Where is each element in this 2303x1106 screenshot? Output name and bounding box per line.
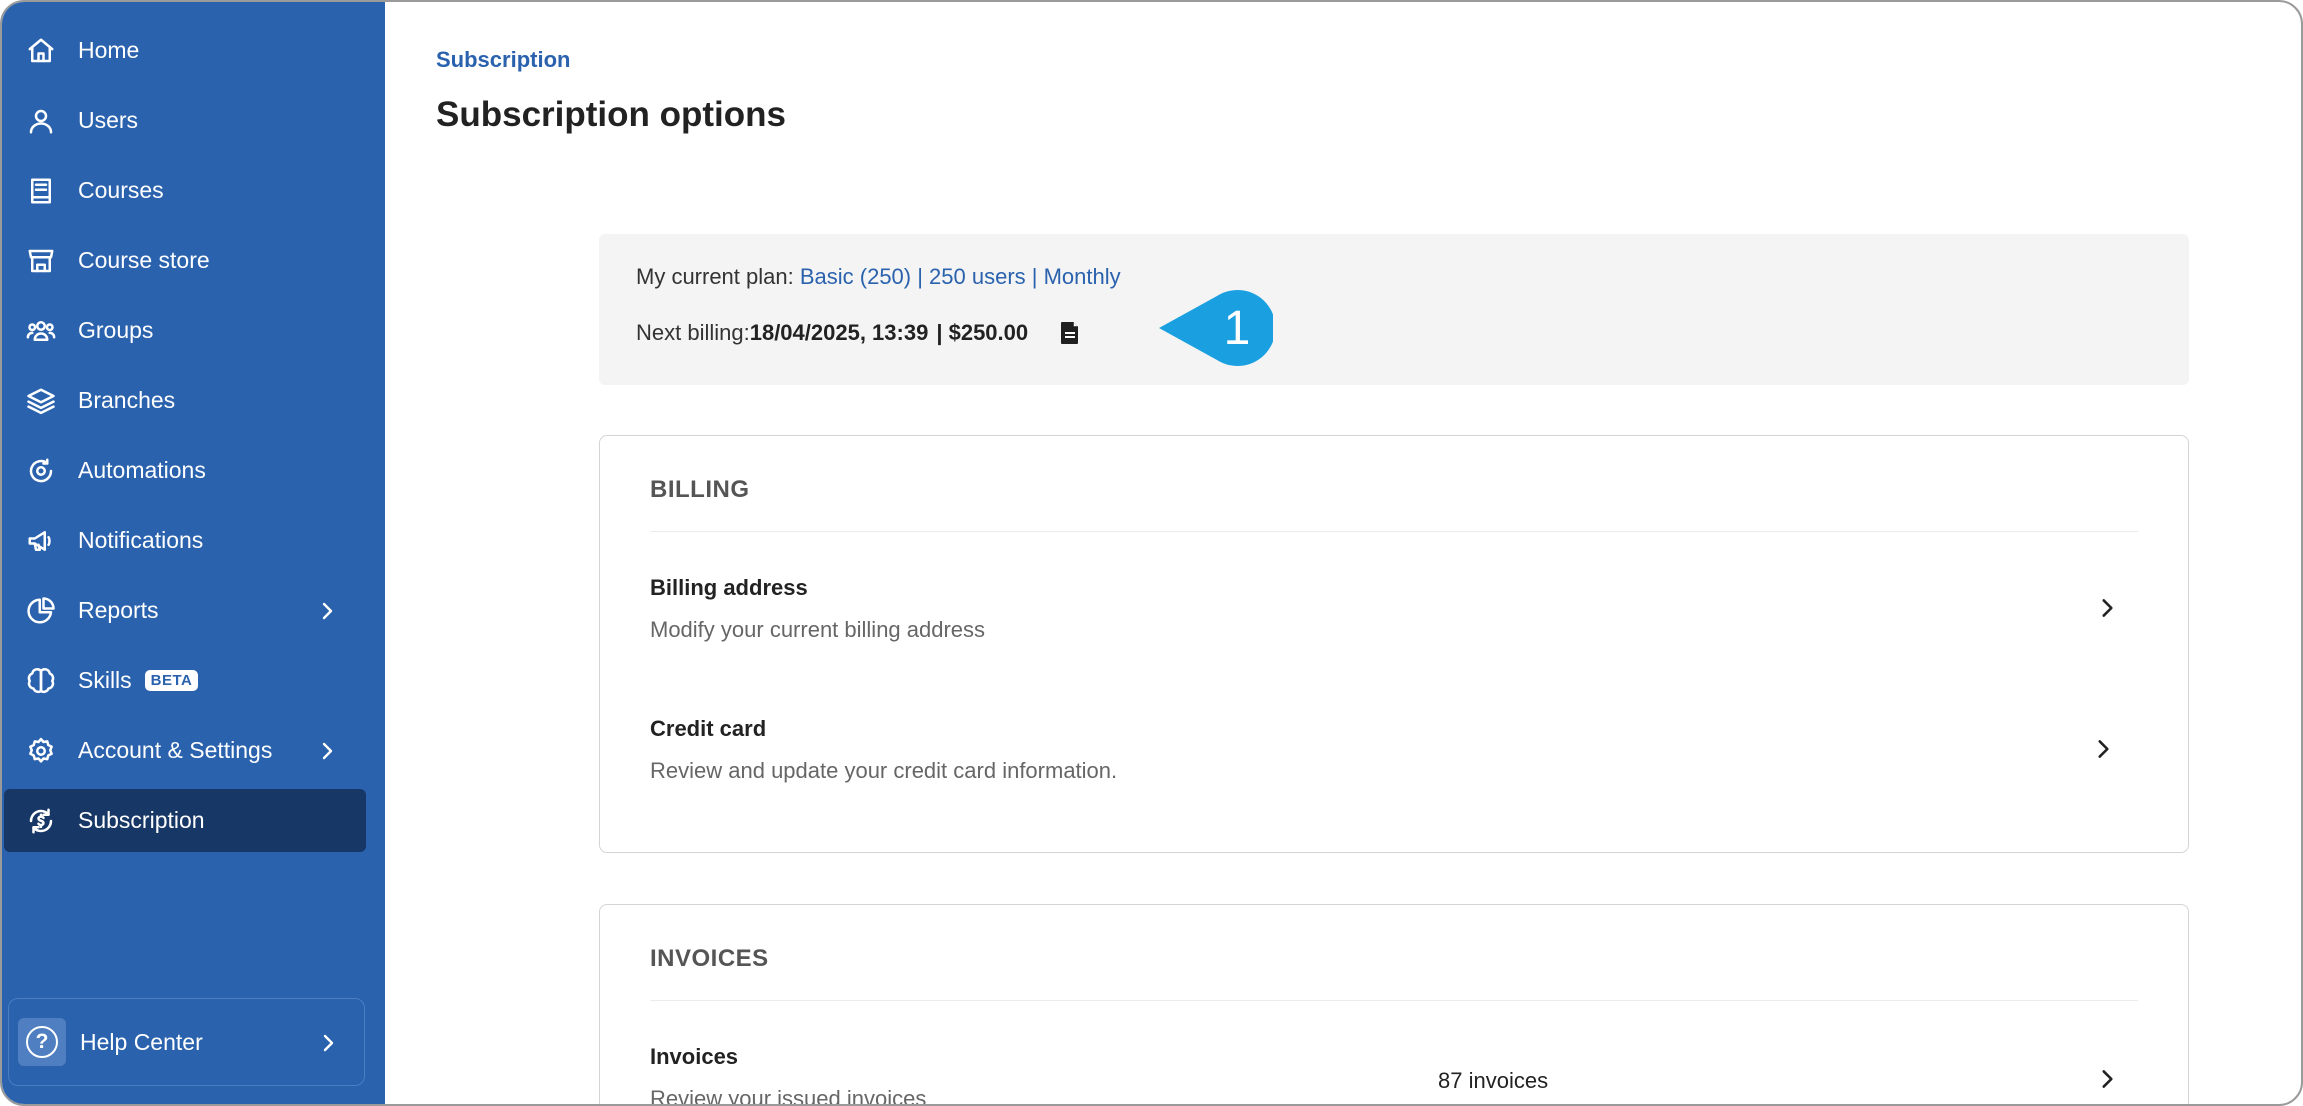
automation-icon — [24, 454, 58, 488]
group-icon — [24, 314, 58, 348]
sidebar-item-label: Branches — [78, 387, 176, 413]
row-subtitle: Review your issued invoices — [650, 1086, 927, 1106]
page-title: Subscription options — [436, 95, 786, 134]
invoices-heading: INVOICES — [650, 945, 769, 972]
sidebar-item-home[interactable]: Home — [2, 19, 385, 82]
sidebar-item-label: Course store — [78, 247, 210, 273]
beta-badge: BETA — [144, 670, 199, 691]
brain-icon — [24, 664, 58, 698]
current-plan-panel: My current plan: Basic (250) | 250 users… — [599, 234, 2189, 385]
invoices-card: INVOICES Invoices Review your issued inv… — [599, 904, 2189, 1106]
sidebar-item-label: Notifications — [78, 527, 204, 553]
billing-heading: BILLING — [650, 476, 750, 503]
row-title: Billing address — [650, 575, 808, 600]
sidebar-item-users[interactable]: Users — [2, 89, 385, 152]
sidebar-item-account-settings[interactable]: Account & Settings — [2, 719, 385, 782]
credit-card-row[interactable]: Credit card Review and update your credi… — [600, 716, 2188, 816]
app-frame: Home Users Courses Course store Groups B… — [0, 0, 2303, 1106]
next-billing-line: Next billing: 18/04/2025, 13:39 | $250.0… — [636, 320, 1082, 346]
billing-address-row[interactable]: Billing address Modify your current bill… — [600, 575, 2188, 675]
chevron-right-icon — [315, 599, 339, 623]
megaphone-icon — [24, 524, 58, 558]
sidebar-item-course-store[interactable]: Course store — [2, 229, 385, 292]
sidebar: Home Users Courses Course store Groups B… — [2, 2, 385, 1104]
current-plan-line: My current plan: Basic (250) | 250 users… — [636, 264, 1121, 290]
sidebar-item-skills[interactable]: Skills BETA — [2, 649, 385, 712]
home-icon — [24, 34, 58, 68]
sidebar-item-reports[interactable]: Reports — [2, 579, 385, 642]
invoice-count: 87 invoices — [1438, 1068, 1549, 1093]
next-billing-amount: | $250.00 — [936, 320, 1029, 345]
divider — [650, 531, 2138, 532]
help-center-button[interactable]: ? Help Center — [8, 998, 365, 1086]
sidebar-item-branches[interactable]: Branches — [2, 369, 385, 432]
sidebar-item-groups[interactable]: Groups — [2, 299, 385, 362]
divider — [650, 1000, 2138, 1001]
row-subtitle: Review and update your credit card infor… — [650, 758, 1118, 783]
gear-icon — [24, 734, 58, 768]
user-icon — [24, 104, 58, 138]
sidebar-item-label: Home — [78, 37, 140, 63]
next-billing-date: 18/04/2025, 13:39 — [749, 320, 929, 345]
sidebar-nav: Home Users Courses Course store Groups B… — [2, 19, 385, 859]
current-plan-label: My current plan: — [636, 264, 800, 289]
sidebar-item-label: Subscription — [78, 807, 205, 833]
row-title: Invoices — [650, 1044, 739, 1069]
chevron-right-icon[interactable] — [2090, 736, 2116, 762]
help-center-label: Help Center — [80, 1028, 203, 1055]
sidebar-item-automations[interactable]: Automations — [2, 439, 385, 502]
chevron-right-icon[interactable] — [2094, 1066, 2120, 1092]
document-icon[interactable] — [1058, 320, 1082, 346]
subscription-icon — [24, 804, 58, 838]
store-icon — [24, 244, 58, 278]
sidebar-item-label: Courses — [78, 177, 164, 203]
layers-icon — [24, 384, 58, 418]
pie-chart-icon — [24, 594, 58, 628]
sidebar-item-label: Account & Settings — [78, 737, 273, 763]
next-billing-label: Next billing: — [636, 320, 750, 345]
book-icon — [24, 174, 58, 208]
chevron-right-icon — [315, 739, 339, 763]
billing-card: BILLING Billing address Modify your curr… — [599, 435, 2189, 853]
question-icon: ? — [18, 1018, 66, 1066]
sidebar-item-subscription[interactable]: Subscription — [4, 789, 366, 852]
chevron-right-icon[interactable] — [2094, 595, 2120, 621]
callout-number: 1 — [1223, 301, 1251, 355]
sidebar-item-notifications[interactable]: Notifications — [2, 509, 385, 572]
row-subtitle: Modify your current billing address — [650, 617, 986, 642]
sidebar-item-label: Groups — [78, 317, 154, 343]
breadcrumb[interactable]: Subscription — [436, 47, 570, 73]
sidebar-item-label: Users — [78, 107, 139, 133]
row-title: Credit card — [650, 716, 767, 741]
chevron-right-icon — [316, 1031, 340, 1055]
sidebar-item-label: Reports — [78, 597, 159, 623]
current-plan-link[interactable]: Basic (250) | 250 users | Monthly — [800, 264, 1121, 289]
sidebar-item-label: Automations — [78, 457, 206, 483]
sidebar-item-label: Skills — [78, 667, 132, 693]
sidebar-item-courses[interactable]: Courses — [2, 159, 385, 222]
invoices-row[interactable]: Invoices Review your issued invoices 87 … — [600, 1044, 2188, 1106]
